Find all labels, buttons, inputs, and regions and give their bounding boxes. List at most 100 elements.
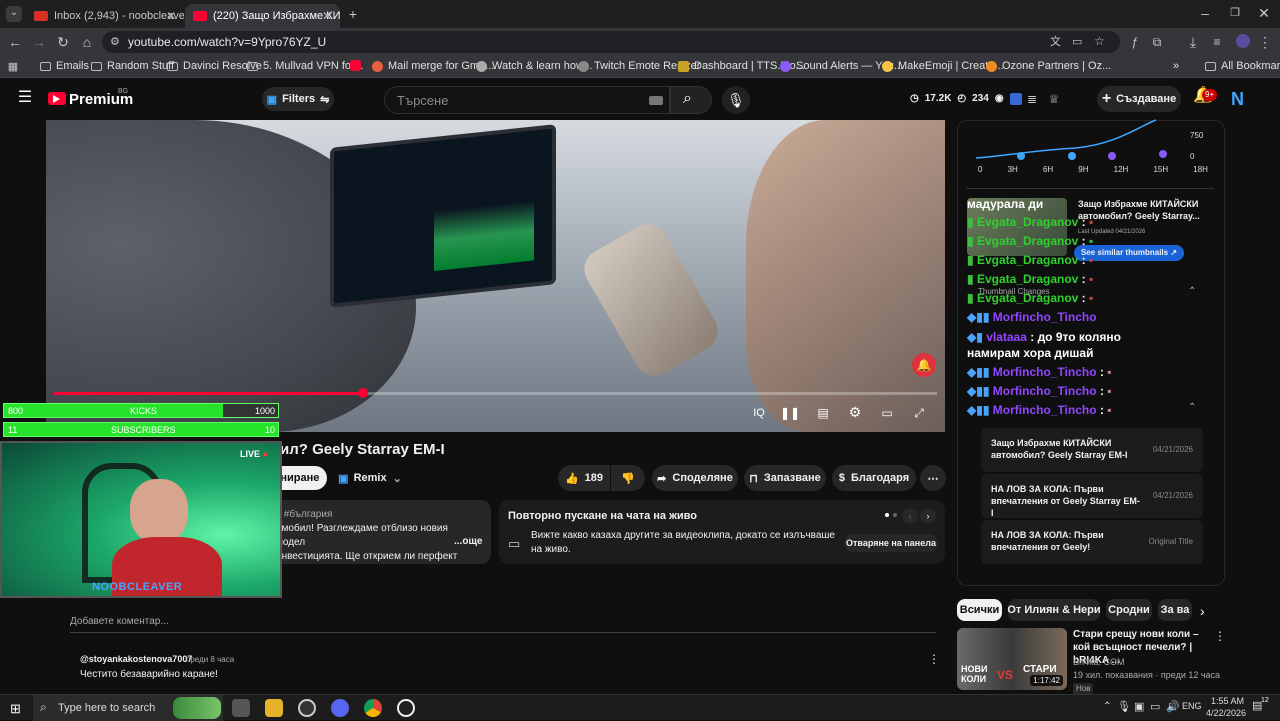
open-panel-button[interactable]: Отваряне на панела bbox=[844, 534, 938, 552]
back-icon[interactable]: ← bbox=[8, 35, 22, 49]
more-actions-icon[interactable]: ⋯ bbox=[920, 465, 946, 491]
progress-scrubber[interactable] bbox=[358, 388, 369, 398]
carousel-next-icon[interactable]: › bbox=[920, 508, 936, 524]
app-icon[interactable] bbox=[298, 699, 316, 717]
tray-chevron-icon[interactable]: ⌃ bbox=[1103, 701, 1111, 712]
menu-icon[interactable]: ⋮ bbox=[1258, 35, 1272, 49]
bookmarks-overflow-icon[interactable]: » bbox=[1173, 60, 1179, 72]
theater-mode-icon[interactable]: ▭ bbox=[880, 406, 894, 420]
tab-gmail[interactable]: Inbox (2,943) - noobcleave@gm ✕ bbox=[26, 4, 184, 28]
comment-time[interactable]: преди 8 часа bbox=[186, 655, 234, 664]
recommended-channel[interactable]: Bri4ka. COM bbox=[1073, 657, 1125, 667]
iq-player-icon[interactable]: IQ bbox=[752, 406, 766, 420]
tray-app-icon[interactable]: ▣ bbox=[1134, 700, 1144, 713]
save-button[interactable]: ⊓ Запазване bbox=[744, 465, 826, 491]
add-comment-input[interactable]: Добавете коментар... bbox=[70, 616, 169, 627]
comment-author[interactable]: @stoyankakostenova7007 bbox=[80, 654, 192, 664]
ext-iq-icon[interactable] bbox=[1010, 93, 1022, 105]
hamburger-menu-icon[interactable]: ☰ bbox=[16, 90, 34, 106]
settings-gear-icon[interactable]: ⚙ bbox=[848, 405, 862, 419]
obs-icon[interactable] bbox=[397, 699, 415, 717]
account-avatar[interactable]: N bbox=[1231, 89, 1244, 110]
keyboard-icon[interactable] bbox=[649, 96, 663, 105]
recommended-thumbnail[interactable]: НОВИ КОЛИ VS СТАРИ 1:17:42 bbox=[957, 628, 1067, 690]
share-button[interactable]: ➦ Споделяне bbox=[652, 465, 738, 491]
url-field[interactable]: ⚙ youtube.com/watch?v=9Ypro76YZ_U 文 ▭ ☆ bbox=[102, 31, 1120, 53]
video-player[interactable]: 🔔 IQ ❚❚ ▤ ⚙ ▭ ⤢ bbox=[46, 120, 945, 432]
thanks-button[interactable]: $ Благодаря bbox=[832, 465, 916, 491]
home-icon[interactable]: ⌂ bbox=[80, 35, 94, 49]
translate-icon[interactable]: 文 bbox=[1050, 35, 1061, 49]
description-box[interactable]: у #българия омобил! Разглеждаме отблизо … bbox=[266, 500, 491, 564]
discord-icon[interactable] bbox=[331, 699, 349, 717]
task-view-icon[interactable] bbox=[232, 699, 250, 717]
cast-icon[interactable]: ▭ bbox=[1072, 35, 1082, 49]
font-icon[interactable]: ƒ bbox=[1128, 35, 1142, 49]
bookmark-emails[interactable]: Emails bbox=[40, 60, 89, 72]
minimize-icon[interactable]: – bbox=[1198, 6, 1212, 20]
extensions-icon[interactable]: ⧉ bbox=[1150, 35, 1164, 49]
bookmark-ozone[interactable]: Ozone Partners | Oz... bbox=[986, 60, 1111, 72]
apps-grid-icon[interactable]: ▦ bbox=[7, 60, 19, 74]
trophy-icon[interactable]: ♕ bbox=[1047, 92, 1061, 106]
collapse-chevron-icon[interactable]: ⌃ bbox=[1188, 402, 1196, 413]
chips-next-icon[interactable]: › bbox=[1200, 603, 1205, 619]
chip-related[interactable]: Сродни bbox=[1106, 599, 1152, 621]
network-icon[interactable]: ▭ bbox=[1150, 700, 1160, 713]
bookmark-youtube[interactable] bbox=[350, 60, 366, 71]
like-button[interactable]: 👍 189 bbox=[558, 465, 610, 491]
all-bookmarks[interactable]: All Bookmarks bbox=[1205, 60, 1280, 72]
restore-icon[interactable]: ❐ bbox=[1228, 6, 1242, 20]
profile-avatar[interactable] bbox=[1236, 34, 1250, 48]
create-button[interactable]: + Създаване bbox=[1097, 86, 1181, 112]
dislike-button[interactable]: 👎 bbox=[611, 465, 645, 491]
language-indicator[interactable]: ENG bbox=[1182, 701, 1202, 711]
microphone-icon[interactable]: 🎙 bbox=[722, 86, 750, 114]
description-hashtag[interactable]: у #българия bbox=[276, 509, 332, 520]
recommended-menu-icon[interactable]: ⋮ bbox=[1214, 629, 1226, 643]
filters-button[interactable]: ▣ Filters ⇋ bbox=[262, 87, 334, 111]
fullscreen-icon[interactable]: ⤢ bbox=[912, 406, 926, 420]
bell-subscribe-icon[interactable]: 🔔 bbox=[912, 353, 936, 377]
microphone-tray-icon[interactable]: 🎙 bbox=[1117, 700, 1131, 713]
carousel-dot-active[interactable] bbox=[885, 513, 889, 517]
close-window-icon[interactable]: ✕ bbox=[1257, 6, 1271, 20]
title-history-card[interactable]: НА ЛОВ ЗА КОЛА: Първи впечатления от Gee… bbox=[981, 474, 1203, 518]
reload-icon[interactable]: ↻ bbox=[56, 35, 70, 49]
volume-icon[interactable]: 🔊 bbox=[1166, 700, 1180, 713]
site-info-icon[interactable]: ⚙ bbox=[110, 35, 120, 49]
chrome-icon[interactable] bbox=[364, 699, 382, 717]
tab-youtube[interactable]: (220) Защо Избрахме КИТ ✕ bbox=[185, 4, 340, 28]
subtitles-icon[interactable]: ▤ bbox=[816, 406, 830, 420]
collapse-chevron-icon[interactable]: ⌃ bbox=[1188, 286, 1196, 297]
title-history-card[interactable]: НА ЛОВ ЗА КОЛА: Първи впечатления от Gee… bbox=[981, 520, 1203, 564]
windows-start-icon[interactable]: ⊞ bbox=[10, 701, 21, 717]
download-icon[interactable]: ⤓ bbox=[1186, 35, 1200, 49]
search-input[interactable]: Търсене bbox=[384, 86, 670, 114]
reading-list-icon[interactable]: ≡ bbox=[1210, 35, 1224, 49]
chip-for-you[interactable]: За ва bbox=[1158, 599, 1192, 621]
taskbar-search[interactable]: ⌕ Type here to search bbox=[33, 695, 223, 721]
chip-all[interactable]: Всички bbox=[957, 599, 1002, 621]
chip-from-channel[interactable]: От Илиян & Нери bbox=[1007, 599, 1101, 621]
bookmark-watch-learn[interactable]: Watch & learn how... bbox=[476, 60, 592, 72]
file-explorer-icon[interactable] bbox=[265, 699, 283, 717]
pause-icon[interactable]: ❚❚ bbox=[780, 406, 800, 420]
list-icon[interactable]: ≣ bbox=[1026, 92, 1038, 106]
title-history-card[interactable]: Защо Избрахме КИТАЙСКИ автомобил? Geely … bbox=[981, 428, 1203, 472]
forward-icon[interactable]: → bbox=[32, 35, 46, 49]
carousel-dot[interactable] bbox=[893, 513, 897, 517]
tab-search-icon[interactable]: ⌄ bbox=[6, 6, 22, 22]
close-tab-icon[interactable]: ✕ bbox=[166, 9, 176, 23]
bookmark-star-icon[interactable]: ☆ bbox=[1094, 34, 1105, 48]
comment-menu-icon[interactable]: ⋮ bbox=[928, 652, 940, 666]
clock[interactable]: 1:55 AM 4/22/2026 bbox=[1206, 695, 1246, 719]
new-tab-icon[interactable]: + bbox=[346, 7, 360, 21]
remix-button[interactable]: ▣ Remix ⌄ bbox=[334, 466, 406, 490]
bookmark-random-stuff[interactable]: Random Stuff bbox=[91, 60, 174, 72]
progress-track[interactable] bbox=[54, 388, 937, 398]
carousel-prev-icon[interactable]: ‹ bbox=[902, 508, 918, 524]
bookmark-mullvad[interactable]: 5. Mullvad VPN for... bbox=[247, 60, 363, 72]
close-tab-icon[interactable]: ✕ bbox=[322, 9, 332, 23]
search-button[interactable]: ⌕ bbox=[670, 86, 712, 114]
